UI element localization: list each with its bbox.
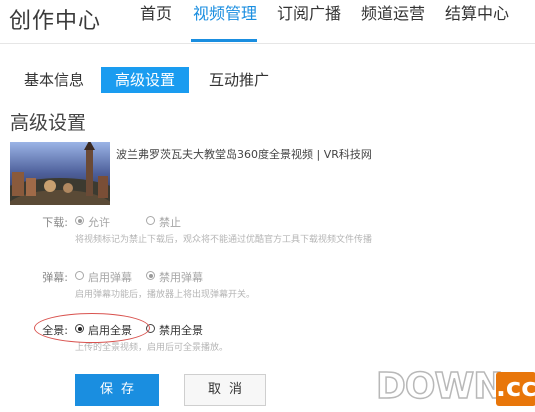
danmu-enable-radio[interactable]	[75, 271, 84, 280]
download-allow-radio[interactable]	[75, 216, 84, 225]
top-nav-bar: 创作中心 首页 视频管理 订阅广播 频道运营 结算中心	[0, 0, 535, 44]
video-title: 波兰弗罗茨瓦夫大教堂岛360度全景视频 | VR科技网	[116, 148, 372, 161]
brand-title: 创作中心	[9, 9, 102, 34]
section-title: 高级设置	[10, 112, 87, 134]
tab-advanced-settings[interactable]: 高级设置	[101, 67, 190, 93]
danmu-hint: 启用弹幕功能后，播放器上将出现弹幕开关。	[75, 290, 256, 300]
tab-basic-info[interactable]: 基本信息	[24, 67, 84, 93]
cancel-button[interactable]: 取消	[184, 374, 266, 406]
nav-video-management[interactable]: 视频管理	[193, 0, 257, 24]
annotation-circle	[34, 313, 150, 343]
download-allow-label: 允许	[88, 216, 110, 229]
danmu-label: 弹幕:	[42, 271, 68, 284]
danmu-disable-label: 禁用弹幕	[159, 271, 203, 284]
active-nav-indicator	[191, 39, 257, 42]
nav-subscription-broadcast[interactable]: 订阅广播	[277, 0, 341, 24]
nav-home[interactable]: 首页	[140, 0, 172, 24]
download-deny-label: 禁止	[159, 216, 181, 229]
nav-channel-operation[interactable]: 频道运营	[361, 0, 425, 24]
watermark-text: DOWN	[375, 365, 504, 408]
panorama-thumbnail-image	[10, 142, 110, 205]
watermark-suffix: .cc	[496, 372, 535, 406]
save-button[interactable]: 保存	[75, 374, 159, 406]
download-hint: 将视频标记为禁止下载后，观众将不能通过优酷官方工具下载视频文件传播	[75, 235, 373, 245]
down-cc-watermark: DOWN .cc	[375, 365, 535, 408]
danmu-disable-radio[interactable]	[146, 271, 155, 280]
download-label: 下载:	[42, 216, 68, 229]
video-thumbnail	[10, 142, 110, 205]
download-deny-radio[interactable]	[146, 216, 155, 225]
tab-interactive-promotion[interactable]: 互动推广	[209, 67, 269, 93]
nav-settlement-center[interactable]: 结算中心	[445, 0, 509, 24]
panorama-disable-label: 禁用全景	[159, 324, 203, 337]
danmu-enable-label: 启用弹幕	[88, 271, 132, 284]
